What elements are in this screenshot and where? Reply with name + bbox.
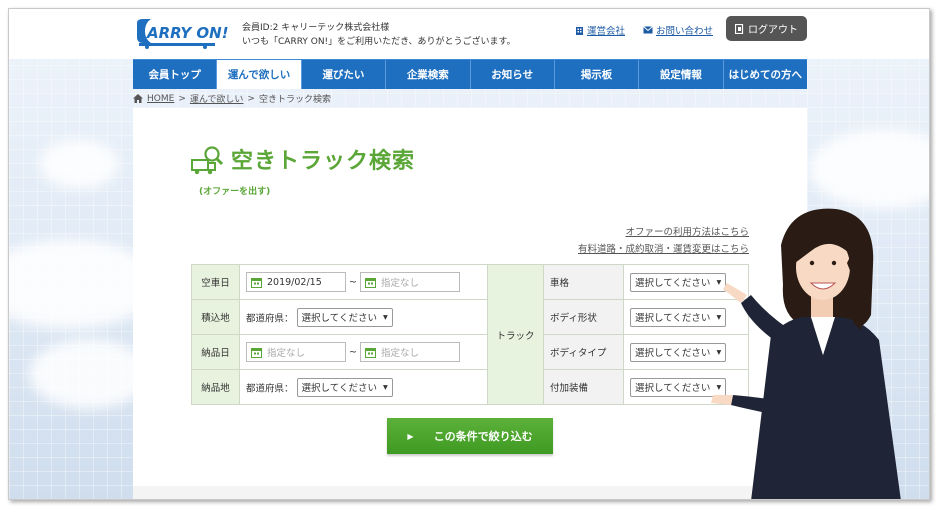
breadcrumb-home[interactable]: HOME [147,94,174,104]
site-logo[interactable]: ARRY ON! [133,17,229,49]
dropdown-arrow-icon: ▾ [382,311,388,323]
breadcrumb: HOME > 運んで欲しい > 空きトラック検索 [133,92,331,105]
delivery-date-label: 納品日 [191,334,240,370]
range-tilde: ~ [349,346,357,358]
table-row: 納品地 都道府県： 選択してください ▾ 付加装備 選択してください ▾ [191,369,749,405]
delivery-prefecture-select-value: 選択してください [301,383,377,394]
presenter-illustration [711,208,901,499]
nav-item-board[interactable]: 掲示板 [555,60,640,89]
page-heading: 空きトラック検索 [191,143,415,175]
range-tilde: ~ [349,276,357,288]
nav-item-news[interactable]: お知らせ [471,60,555,89]
calendar-icon [364,347,376,358]
nav-item-company-search[interactable]: 企業検索 [386,60,471,89]
filter-submit-button[interactable]: ▶ この条件で絞り込む [387,418,553,454]
truck-search-icon [191,146,224,175]
body-type-select-value: 選択してください [635,348,711,359]
breadcrumb-separator: > [178,93,186,104]
logout-label: ログアウト [748,25,798,36]
empty-date-to-input[interactable]: 指定なし [359,272,460,292]
delivery-place-label: 納品地 [191,369,240,405]
loading-prefecture-select[interactable]: 選択してください ▾ [296,307,393,327]
empty-date-to-placeholder: 指定なし [380,278,419,289]
calendar-icon [364,277,376,288]
delivery-date-cell: 指定なし ~ 指定なし [239,334,488,370]
panel-footer [133,486,807,499]
empty-date-from-input[interactable]: 2019/02/15 [246,272,346,292]
site-header: ARRY ON! 会員ID:2 キャリーテック株式会社様 いつも「CARRY O… [9,9,929,59]
extra-equipment-label: 付加装備 [543,369,624,405]
mail-icon [643,26,653,34]
truck-class-select-value: 選択してください [635,278,711,289]
delivery-date-to-placeholder: 指定なし [380,348,419,359]
filter-submit-label: この条件で絞り込む [433,430,533,443]
loading-prefecture-select-value: 選択してください [301,313,377,324]
table-row: 納品日 指定なし ~ 指定なし ボディタイプ 選択してください ▾ [191,334,749,370]
contact-link[interactable]: お問い合わせ [643,23,713,37]
logout-button[interactable]: ログアウト [726,16,807,41]
nav-item-want-carried[interactable]: 運んで欲しい [217,60,302,89]
company-link[interactable]: 運営会社 [575,23,625,37]
delivery-prefecture-select[interactable]: 選択してください ▾ [296,377,393,397]
nav-item-beginners[interactable]: はじめての方へ [724,60,807,89]
content-panel: 空きトラック検索 (オファーを出す) オファーの利用方法はこちら 有料道路・成約… [133,108,807,499]
building-icon [576,26,583,35]
home-icon [133,94,143,103]
contact-link-label: お問い合わせ [656,26,714,37]
loading-place-label: 積込地 [191,299,240,335]
body-shape-select-value: 選択してください [635,313,711,324]
browser-frame: ARRY ON! 会員ID:2 キャリーテック株式会社様 いつも「CARRY O… [8,8,930,500]
loading-prefecture-label: 都道府県： [246,313,294,324]
nav-item-want-carry[interactable]: 運びたい [302,60,387,89]
dropdown-arrow-icon: ▾ [382,381,388,393]
search-form-table: 空車日 2019/02/15 ~ 指定なし トラック 車格 選択してください ▾ [191,264,749,405]
breadcrumb-current: 空きトラック検索 [258,95,331,105]
play-arrow-icon: ▶ [407,431,414,441]
empty-date-cell: 2019/02/15 ~ 指定なし [239,264,488,300]
calendar-icon [251,347,262,358]
extra-equipment-select-value: 選択してください [635,383,711,394]
svg-text:ARRY ON!: ARRY ON! [146,24,229,42]
company-link-label: 運営会社 [587,26,626,37]
header-links: 運営会社 お問い合わせ [575,23,713,37]
main-nav: 会員トップ 運んで欲しい 運びたい 企業検索 お知らせ 掲示板 設定情報 はじめ… [133,59,807,89]
delivery-date-to-input[interactable]: 指定なし [359,342,460,362]
welcome-text: いつも「CARRY ON!」をご利用いただき、ありがとうございます。 [242,37,516,47]
delivery-prefecture-label: 都道府県： [246,383,294,394]
loading-place-cell: 都道府県： 選択してください ▾ [239,299,488,335]
empty-date-label: 空車日 [191,264,240,300]
member-greeting: 会員ID:2 キャリーテック株式会社様 いつも「CARRY ON!」をご利用いた… [242,21,516,49]
table-row: 積込地 都道府県： 選択してください ▾ ボディ形状 選択してください ▾ [191,299,749,335]
nav-item-settings[interactable]: 設定情報 [639,60,724,89]
body-type-label: ボディタイプ [543,334,624,370]
breadcrumb-parent[interactable]: 運んで欲しい [190,92,244,105]
calendar-icon [251,277,262,288]
truck-class-label: 車格 [543,264,624,300]
page-title: 空きトラック検索 [231,149,416,174]
truck-group-label: トラック [487,264,544,405]
empty-date-from-value: 2019/02/15 [267,276,322,288]
logout-icon [735,23,744,34]
page-subtitle: (オファーを出す) [199,187,271,197]
delivery-date-from-input[interactable]: 指定なし [246,342,346,362]
delivery-place-cell: 都道府県： 選択してください ▾ [239,369,488,405]
nav-item-member-top[interactable]: 会員トップ [133,60,218,89]
delivery-date-from-placeholder: 指定なし [267,348,306,359]
table-row: 空車日 2019/02/15 ~ 指定なし トラック 車格 選択してください ▾ [191,264,749,405]
breadcrumb-separator: > [247,93,255,104]
member-id-text: 会員ID:2 キャリーテック株式会社様 [242,23,390,33]
body-shape-label: ボディ形状 [543,299,624,335]
